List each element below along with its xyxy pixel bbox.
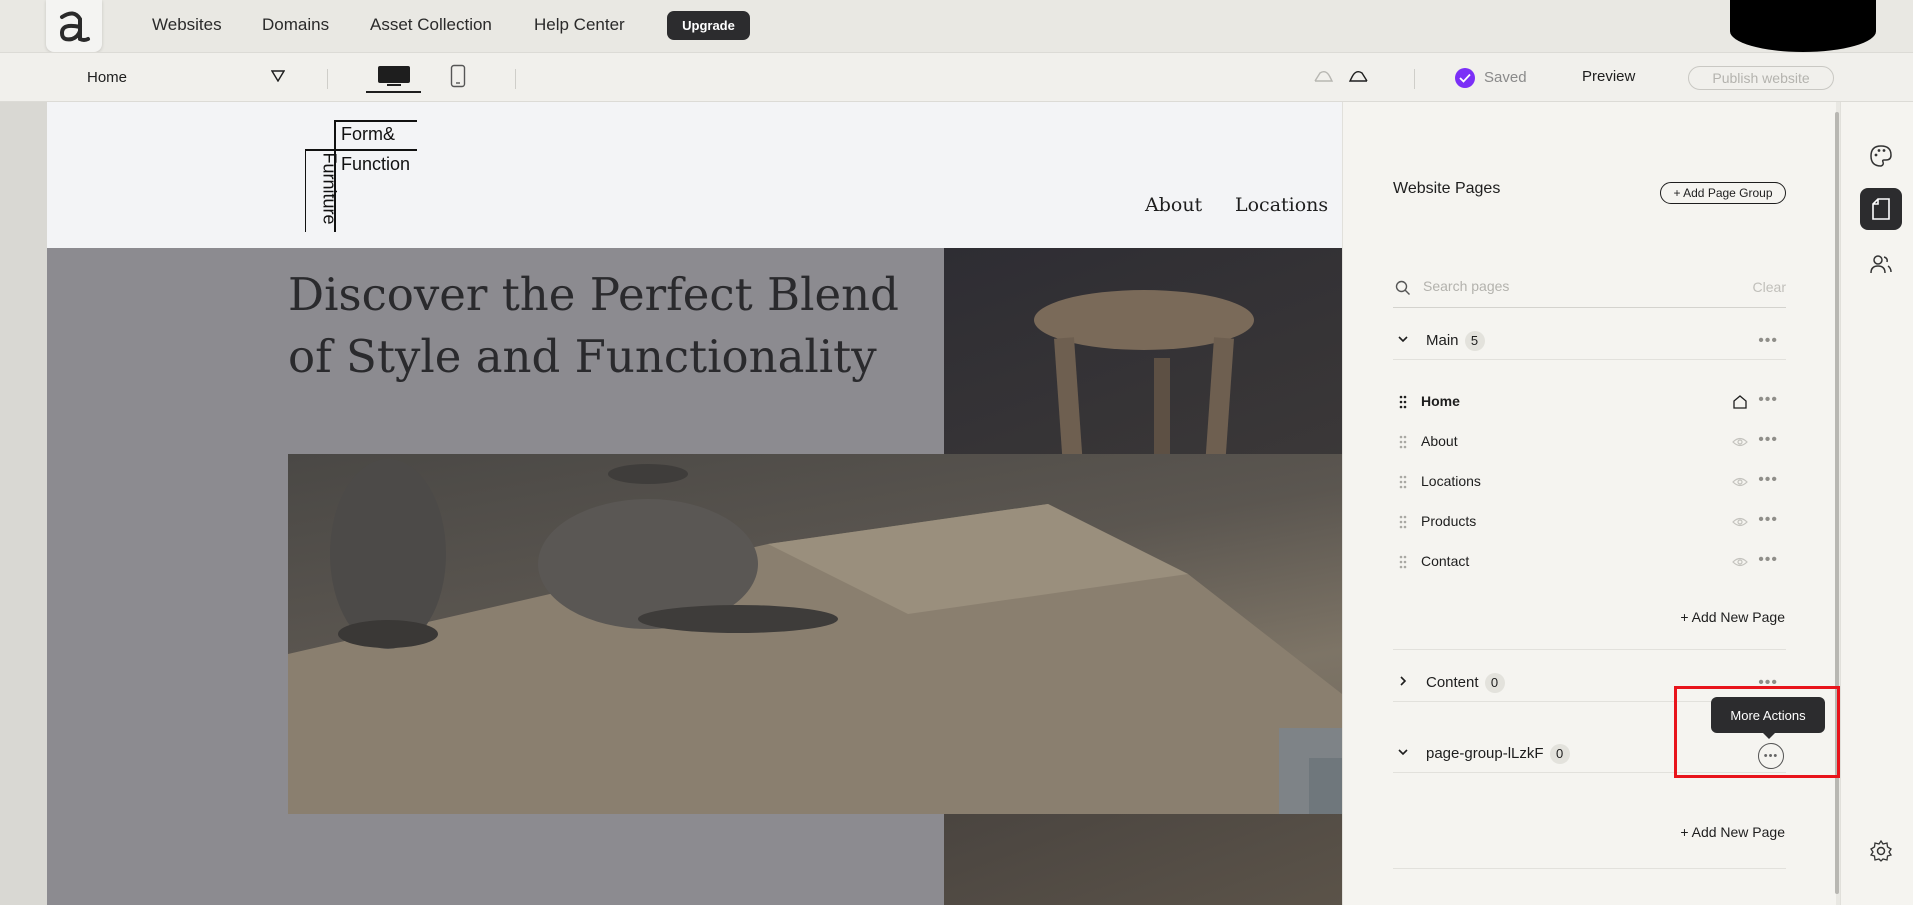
panel-divider bbox=[1393, 649, 1786, 650]
pages-button[interactable] bbox=[1860, 188, 1902, 230]
brand-logo[interactable]: Form& Function Furniture bbox=[304, 120, 417, 232]
add-new-page-button[interactable]: + Add New Page bbox=[1680, 609, 1785, 625]
logo-icon bbox=[59, 11, 90, 42]
page-label: Products bbox=[1421, 513, 1477, 529]
page-icon bbox=[1872, 198, 1890, 220]
page-label: Locations bbox=[1421, 473, 1481, 489]
nav-help-center[interactable]: Help Center bbox=[534, 15, 625, 35]
site-nav-about[interactable]: About bbox=[1145, 194, 1202, 216]
brand-vertical: Furniture bbox=[319, 152, 340, 225]
website-pages-panel: Website Pages + Add Page Group Clear Mai… bbox=[1342, 102, 1836, 905]
eye-icon[interactable] bbox=[1732, 434, 1748, 450]
count-badge: 0 bbox=[1484, 673, 1505, 693]
desktop-view-button[interactable] bbox=[366, 61, 421, 93]
panel-divider bbox=[1393, 868, 1786, 869]
page-item-home[interactable]: Home ••• bbox=[1393, 382, 1786, 422]
more-actions-icon[interactable]: ••• bbox=[1758, 332, 1778, 350]
drag-handle-icon[interactable] bbox=[1399, 435, 1407, 449]
palette-icon bbox=[1870, 145, 1892, 167]
more-actions-icon[interactable]: ••• bbox=[1758, 511, 1778, 529]
page-label: About bbox=[1421, 433, 1458, 449]
nav-websites[interactable]: Websites bbox=[152, 15, 222, 35]
nav-asset-collection[interactable]: Asset Collection bbox=[370, 15, 492, 35]
page-label: Home bbox=[1421, 393, 1460, 409]
group-label: Main 5 bbox=[1426, 331, 1485, 351]
more-actions-icon[interactable]: ••• bbox=[1758, 551, 1778, 569]
page-label: Contact bbox=[1421, 553, 1470, 569]
mobile-view-button[interactable] bbox=[447, 63, 469, 89]
chevron-down-icon[interactable] bbox=[271, 70, 285, 82]
count-badge: 5 bbox=[1464, 331, 1485, 351]
undo-icon[interactable] bbox=[1312, 69, 1336, 85]
page-group-main[interactable]: Main 5 ••• bbox=[1393, 320, 1786, 360]
website-preview[interactable]: Form& Function Furniture About Locations… bbox=[47, 102, 1342, 905]
toolbar-divider bbox=[1414, 69, 1415, 89]
drag-handle-icon[interactable] bbox=[1399, 475, 1407, 489]
hero-vase-image bbox=[288, 454, 1342, 814]
site-header[interactable]: Form& Function Furniture About Locations bbox=[47, 102, 1342, 248]
more-actions-icon[interactable]: ••• bbox=[1758, 471, 1778, 489]
top-navigation: Websites Domains Asset Collection Help C… bbox=[0, 0, 1913, 52]
eye-icon[interactable] bbox=[1732, 474, 1748, 490]
highlight-annotation bbox=[1674, 686, 1840, 778]
chevron-right-icon[interactable] bbox=[1397, 676, 1409, 686]
count-badge: 0 bbox=[1549, 744, 1570, 764]
drag-handle-icon[interactable] bbox=[1399, 515, 1407, 529]
toolbar-divider bbox=[515, 69, 516, 89]
saved-status: Saved bbox=[1484, 69, 1527, 86]
editor-canvas: Form& Function Furniture About Locations… bbox=[0, 102, 1342, 905]
page-item-products[interactable]: Products ••• bbox=[1393, 502, 1786, 542]
group-label: Content 0 bbox=[1426, 673, 1505, 693]
toolbar-divider bbox=[327, 69, 328, 89]
desktop-icon bbox=[377, 66, 410, 86]
page-item-locations[interactable]: Locations ••• bbox=[1393, 462, 1786, 502]
page-search: Clear bbox=[1393, 270, 1786, 308]
brand-line2: Function bbox=[341, 154, 411, 174]
drag-handle-icon[interactable] bbox=[1399, 555, 1407, 569]
hero-title[interactable]: Discover the Perfect Blend of Style and … bbox=[288, 264, 908, 388]
chevron-down-icon[interactable] bbox=[1397, 334, 1409, 344]
group-label: page-group-lLzkF 0 bbox=[1426, 744, 1570, 764]
editor-toolbar: Home Saved Preview Publish website bbox=[0, 52, 1913, 102]
preview-button[interactable]: Preview bbox=[1582, 68, 1635, 85]
more-actions-icon[interactable]: ••• bbox=[1758, 431, 1778, 449]
search-icon bbox=[1395, 280, 1410, 295]
nav-domains[interactable]: Domains bbox=[262, 15, 329, 35]
page-item-about[interactable]: About ••• bbox=[1393, 422, 1786, 462]
add-new-page-button[interactable]: + Add New Page bbox=[1680, 824, 1785, 840]
users-button[interactable] bbox=[1860, 243, 1902, 285]
eye-icon[interactable] bbox=[1732, 514, 1748, 530]
overlay-card-inner bbox=[1309, 758, 1342, 814]
user-avatar[interactable] bbox=[1730, 0, 1876, 52]
add-page-group-button[interactable]: + Add Page Group bbox=[1660, 182, 1786, 204]
users-icon bbox=[1870, 255, 1892, 274]
home-icon[interactable] bbox=[1732, 394, 1748, 410]
search-clear-button[interactable]: Clear bbox=[1753, 279, 1786, 295]
site-nav-locations[interactable]: Locations bbox=[1235, 194, 1328, 216]
saved-check-icon bbox=[1455, 68, 1475, 88]
chevron-down-icon[interactable] bbox=[1397, 747, 1409, 757]
page-selector[interactable]: Home bbox=[87, 69, 127, 86]
theme-button[interactable] bbox=[1860, 135, 1902, 177]
search-input[interactable] bbox=[1423, 278, 1723, 294]
eye-icon[interactable] bbox=[1732, 554, 1748, 570]
mobile-icon bbox=[450, 64, 466, 88]
gear-icon bbox=[1870, 840, 1892, 862]
app-logo[interactable] bbox=[46, 0, 102, 52]
page-item-contact[interactable]: Contact ••• bbox=[1393, 542, 1786, 582]
right-rail bbox=[1840, 102, 1913, 905]
brand-line1: Form& bbox=[341, 124, 395, 144]
publish-website-button[interactable]: Publish website bbox=[1688, 66, 1834, 90]
drag-handle-icon[interactable] bbox=[1399, 395, 1407, 409]
more-actions-icon[interactable]: ••• bbox=[1758, 391, 1778, 409]
panel-title: Website Pages bbox=[1393, 180, 1501, 197]
upgrade-button[interactable]: Upgrade bbox=[667, 11, 750, 40]
redo-icon[interactable] bbox=[1346, 69, 1370, 85]
settings-button[interactable] bbox=[1860, 830, 1902, 872]
